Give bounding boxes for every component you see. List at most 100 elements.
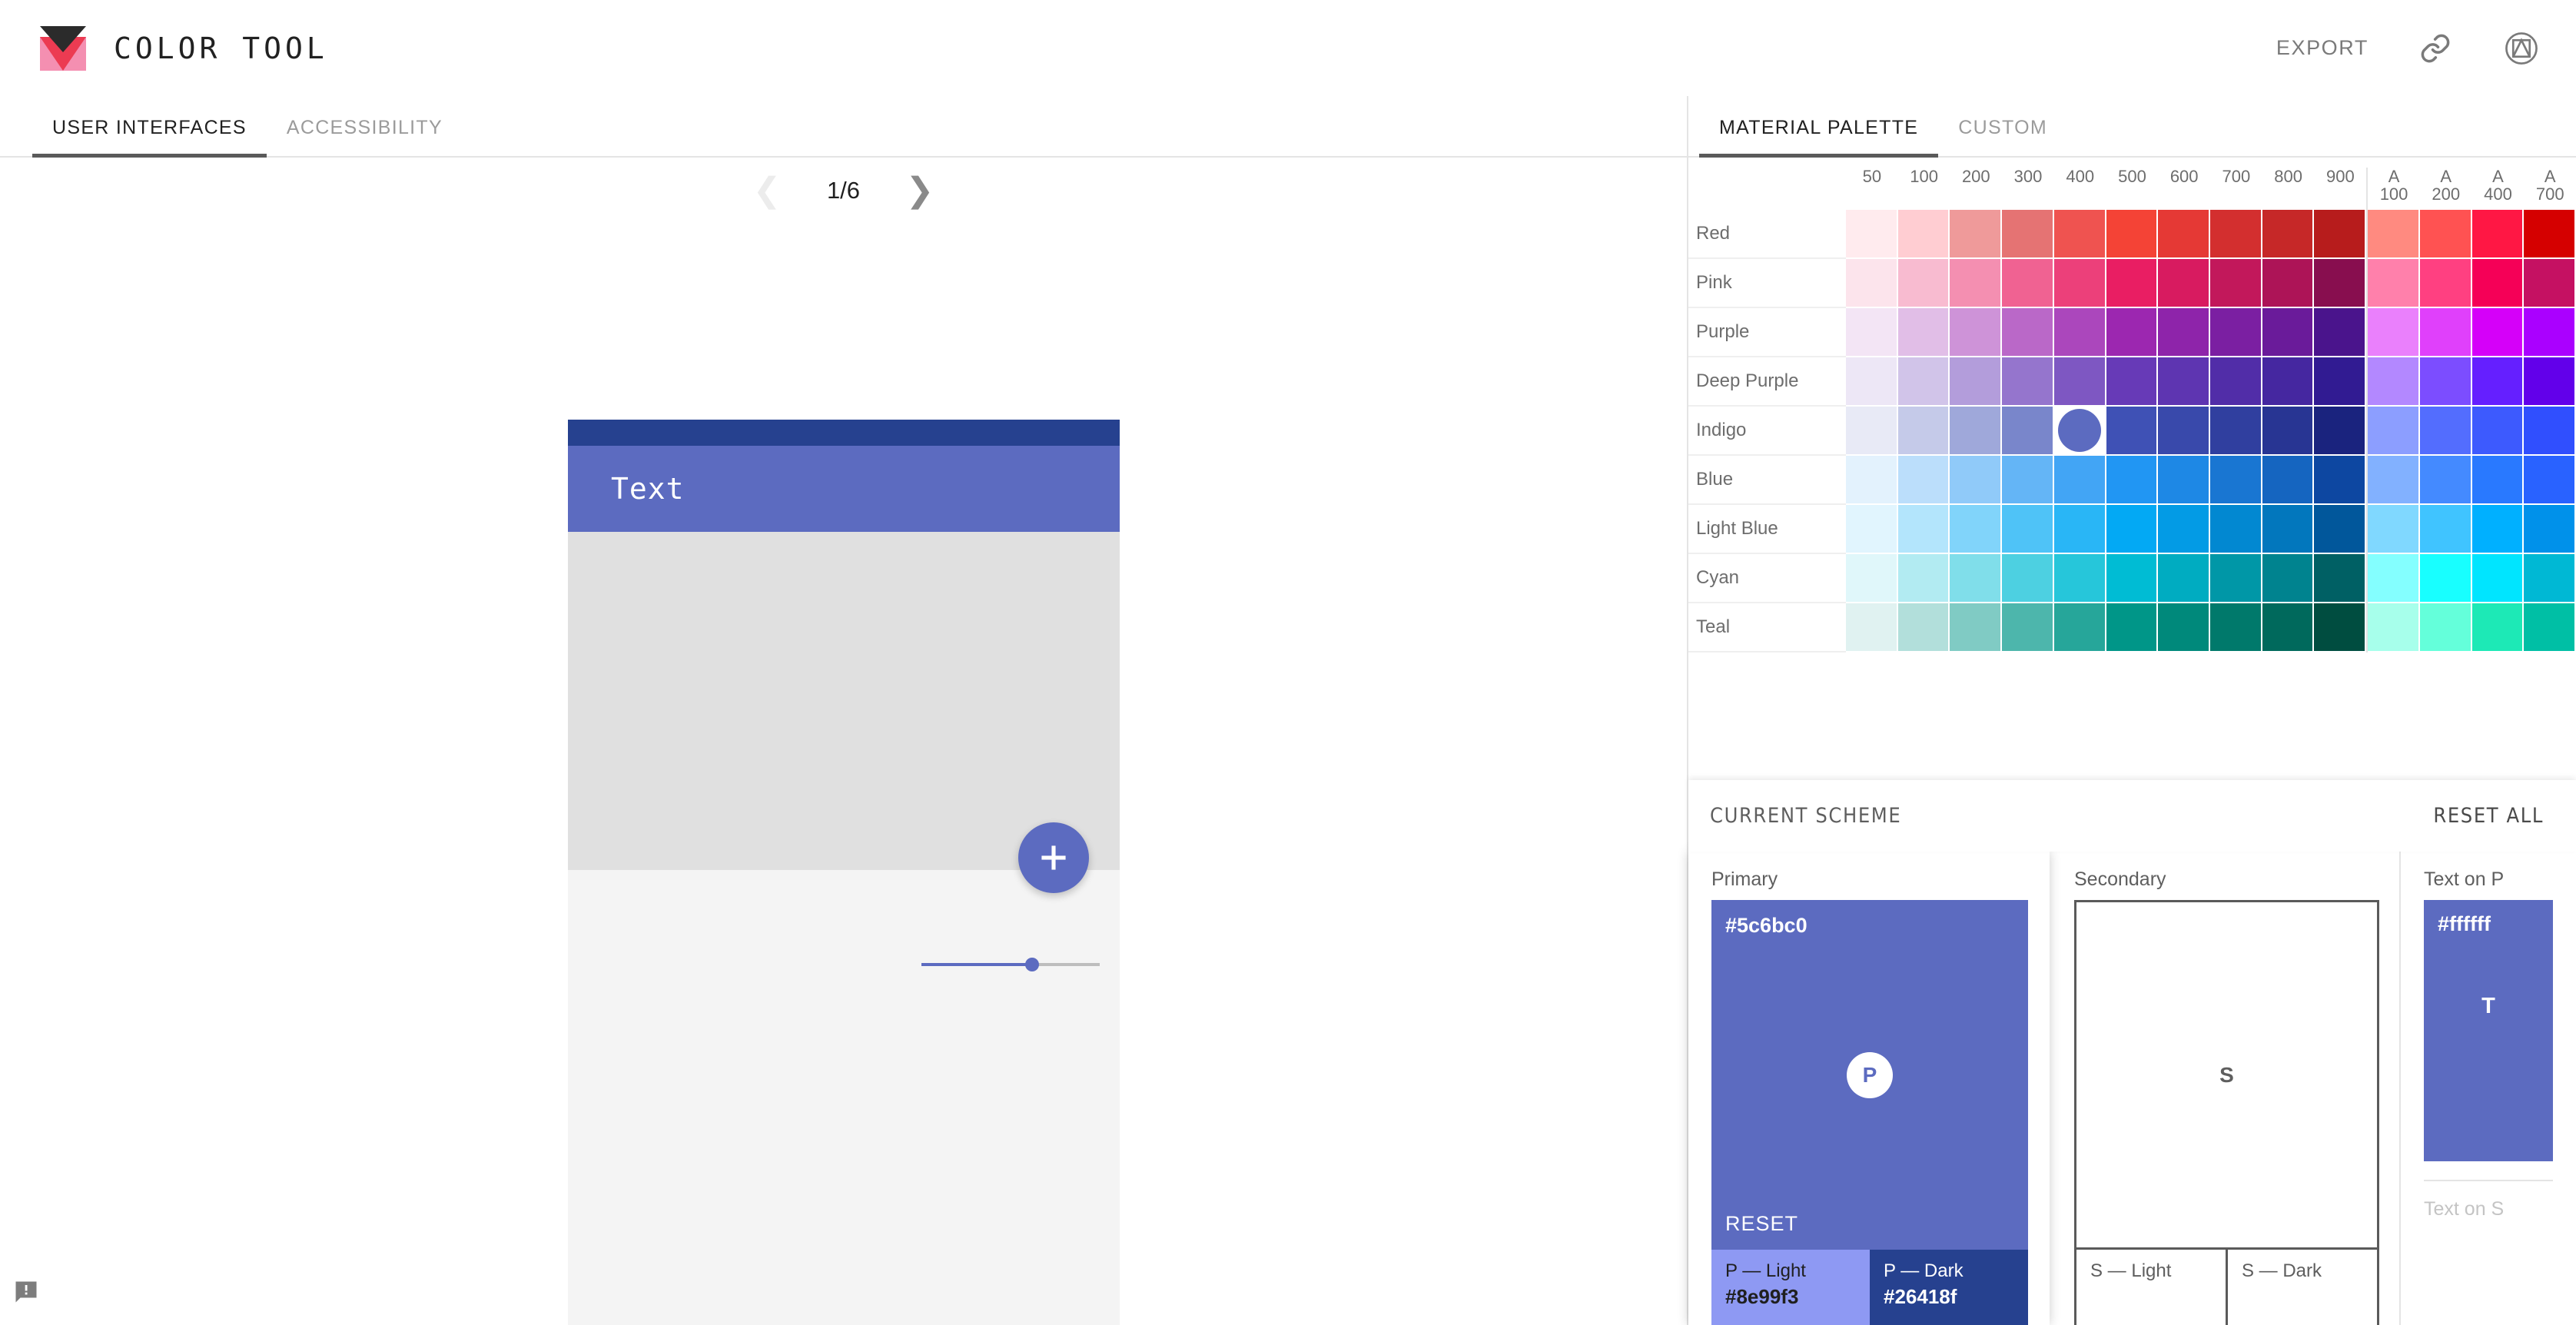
secondary-dark-swatch[interactable]: S — Dark bbox=[2228, 1250, 2379, 1325]
swatch-purple-700[interactable] bbox=[2210, 308, 2262, 357]
swatch-light-blue-A400[interactable] bbox=[2471, 505, 2525, 554]
swatch-light-blue-200[interactable] bbox=[1950, 505, 2003, 554]
tab-accessibility[interactable]: ACCESSIBILITY bbox=[267, 117, 463, 156]
swatch-blue-700[interactable] bbox=[2210, 456, 2262, 505]
swatch-blue-200[interactable] bbox=[1950, 456, 2003, 505]
swatch-cyan-50[interactable] bbox=[1846, 554, 1898, 603]
swatch-cyan-A100[interactable] bbox=[2368, 554, 2420, 603]
primary-light-swatch[interactable]: P — Light #8e99f3 bbox=[1711, 1250, 1870, 1325]
swatch-red-400[interactable] bbox=[2053, 210, 2106, 259]
swatch-indigo-300[interactable] bbox=[2002, 407, 2054, 456]
swatch-cyan-A700[interactable] bbox=[2524, 554, 2576, 603]
mockup-fab[interactable] bbox=[1018, 822, 1089, 893]
swatch-blue-600[interactable] bbox=[2158, 456, 2211, 505]
swatch-cyan-300[interactable] bbox=[2002, 554, 2054, 603]
palette-swatch-grid[interactable] bbox=[1846, 210, 2576, 780]
swatch-blue-900[interactable] bbox=[2314, 456, 2367, 505]
swatch-blue-A200[interactable] bbox=[2419, 456, 2472, 505]
swatch-light-blue-A700[interactable] bbox=[2524, 505, 2576, 554]
chevron-right-icon[interactable]: ❯ bbox=[906, 174, 934, 208]
material-logo-icon[interactable] bbox=[2502, 29, 2541, 68]
swatch-pink-800[interactable] bbox=[2262, 259, 2315, 308]
swatch-purple-A400[interactable] bbox=[2471, 308, 2525, 357]
swatch-red-A700[interactable] bbox=[2524, 210, 2576, 259]
swatch-cyan-A200[interactable] bbox=[2419, 554, 2472, 603]
text-on-primary-swatch[interactable]: #ffffff T bbox=[2424, 900, 2553, 1161]
secondary-color-swatch[interactable]: S bbox=[2074, 900, 2379, 1250]
swatch-deep-purple-200[interactable] bbox=[1950, 357, 2003, 407]
swatch-light-blue-500[interactable] bbox=[2106, 505, 2159, 554]
swatch-deep-purple-400[interactable] bbox=[2053, 357, 2106, 407]
swatch-indigo-800[interactable] bbox=[2262, 407, 2315, 456]
swatch-deep-purple-A700[interactable] bbox=[2524, 357, 2576, 407]
swatch-cyan-400[interactable] bbox=[2053, 554, 2106, 603]
swatch-light-blue-900[interactable] bbox=[2314, 505, 2367, 554]
swatch-indigo-50[interactable] bbox=[1846, 407, 1898, 456]
swatch-teal-A400[interactable] bbox=[2471, 603, 2525, 653]
swatch-deep-purple-500[interactable] bbox=[2106, 357, 2159, 407]
swatch-teal-100[interactable] bbox=[1897, 603, 1950, 653]
swatch-red-700[interactable] bbox=[2210, 210, 2262, 259]
swatch-pink-100[interactable] bbox=[1897, 259, 1950, 308]
swatch-indigo-700[interactable] bbox=[2210, 407, 2262, 456]
swatch-teal-800[interactable] bbox=[2262, 603, 2315, 653]
swatch-blue-A100[interactable] bbox=[2368, 456, 2420, 505]
swatch-teal-600[interactable] bbox=[2158, 603, 2211, 653]
tab-custom[interactable]: CUSTOM bbox=[1938, 117, 2067, 156]
palette-scroll-area[interactable]: Red Pink Purple Deep Purple Indigo Blue Light … bbox=[1688, 210, 2576, 780]
swatch-blue-800[interactable] bbox=[2262, 456, 2315, 505]
swatch-indigo-100[interactable] bbox=[1897, 407, 1950, 456]
swatch-purple-100[interactable] bbox=[1897, 308, 1950, 357]
swatch-deep-purple-A200[interactable] bbox=[2419, 357, 2472, 407]
swatch-red-A200[interactable] bbox=[2419, 210, 2472, 259]
secondary-light-swatch[interactable]: S — Light bbox=[2074, 1250, 2228, 1325]
swatch-deep-purple-900[interactable] bbox=[2314, 357, 2367, 407]
swatch-blue-50[interactable] bbox=[1846, 456, 1898, 505]
swatch-pink-300[interactable] bbox=[2002, 259, 2054, 308]
swatch-purple-400[interactable] bbox=[2053, 308, 2106, 357]
swatch-pink-900[interactable] bbox=[2314, 259, 2367, 308]
swatch-indigo-A100[interactable] bbox=[2368, 407, 2420, 456]
swatch-teal-A700[interactable] bbox=[2524, 603, 2576, 653]
swatch-teal-A200[interactable] bbox=[2419, 603, 2472, 653]
swatch-teal-300[interactable] bbox=[2002, 603, 2054, 653]
swatch-purple-50[interactable] bbox=[1846, 308, 1898, 357]
swatch-cyan-500[interactable] bbox=[2106, 554, 2159, 603]
reset-all-button[interactable]: RESET ALL bbox=[2433, 804, 2544, 828]
swatch-deep-purple-A100[interactable] bbox=[2368, 357, 2420, 407]
swatch-teal-700[interactable] bbox=[2210, 603, 2262, 653]
slider-thumb[interactable] bbox=[1024, 958, 1039, 971]
primary-color-swatch[interactable]: #5c6bc0 P RESET bbox=[1711, 900, 2028, 1250]
swatch-light-blue-600[interactable] bbox=[2158, 505, 2211, 554]
swatch-light-blue-800[interactable] bbox=[2262, 505, 2315, 554]
swatch-purple-200[interactable] bbox=[1950, 308, 2003, 357]
swatch-red-500[interactable] bbox=[2106, 210, 2159, 259]
swatch-cyan-100[interactable] bbox=[1897, 554, 1950, 603]
swatch-cyan-800[interactable] bbox=[2262, 554, 2315, 603]
swatch-blue-A700[interactable] bbox=[2524, 456, 2576, 505]
swatch-blue-100[interactable] bbox=[1897, 456, 1950, 505]
swatch-cyan-900[interactable] bbox=[2314, 554, 2367, 603]
swatch-pink-400[interactable] bbox=[2053, 259, 2106, 308]
swatch-red-A400[interactable] bbox=[2471, 210, 2525, 259]
swatch-red-A100[interactable] bbox=[2368, 210, 2420, 259]
swatch-purple-300[interactable] bbox=[2002, 308, 2054, 357]
swatch-light-blue-100[interactable] bbox=[1897, 505, 1950, 554]
swatch-indigo-A200[interactable] bbox=[2419, 407, 2472, 456]
swatch-light-blue-A200[interactable] bbox=[2419, 505, 2472, 554]
swatch-blue-500[interactable] bbox=[2106, 456, 2159, 505]
swatch-indigo-900[interactable] bbox=[2314, 407, 2367, 456]
swatch-indigo-500[interactable] bbox=[2106, 407, 2159, 456]
link-icon[interactable] bbox=[2416, 29, 2455, 68]
swatch-cyan-700[interactable] bbox=[2210, 554, 2262, 603]
swatch-pink-600[interactable] bbox=[2158, 259, 2211, 308]
swatch-light-blue-A100[interactable] bbox=[2368, 505, 2420, 554]
swatch-teal-900[interactable] bbox=[2314, 603, 2367, 653]
swatch-red-50[interactable] bbox=[1846, 210, 1898, 259]
swatch-purple-600[interactable] bbox=[2158, 308, 2211, 357]
swatch-blue-A400[interactable] bbox=[2471, 456, 2525, 505]
mockup-slider[interactable] bbox=[921, 955, 1100, 974]
swatch-red-600[interactable] bbox=[2158, 210, 2211, 259]
swatch-teal-50[interactable] bbox=[1846, 603, 1898, 653]
swatch-red-900[interactable] bbox=[2314, 210, 2367, 259]
